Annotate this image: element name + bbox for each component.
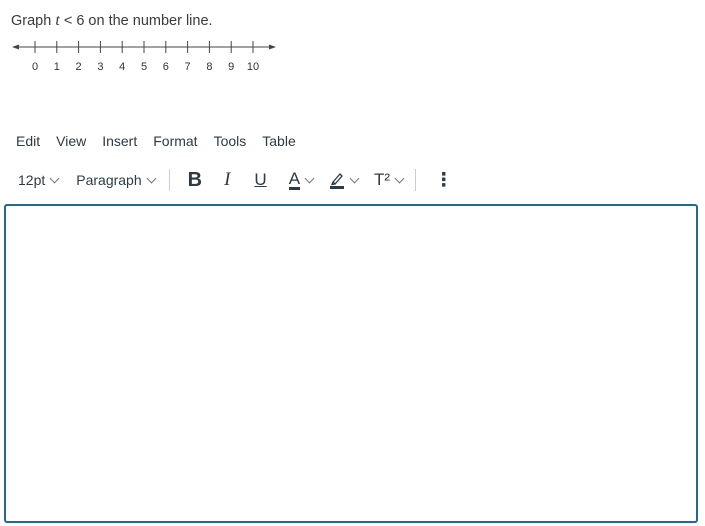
chevron-down-icon (349, 173, 360, 183)
toolbar-divider (168, 169, 170, 191)
left-arrow-icon (12, 44, 19, 50)
font-size-value: 12pt (18, 172, 46, 188)
editor-toolbar: 12pt Paragraph B I U A T² ⋮ (10, 166, 453, 194)
tick-label: 6 (163, 61, 169, 73)
menu-view[interactable]: View (56, 133, 86, 149)
chevron-down-icon (49, 173, 60, 183)
menu-table[interactable]: Table (262, 133, 295, 149)
underline-button[interactable]: U (254, 170, 266, 190)
highlighter-icon (330, 173, 345, 189)
chevron-down-icon (304, 173, 315, 183)
chevron-down-icon (394, 173, 405, 183)
question-prompt: Graph t < 6 on the number line. (11, 12, 213, 30)
italic-button[interactable]: I (224, 169, 230, 191)
tick-label: 8 (206, 61, 212, 73)
block-format-value: Paragraph (76, 172, 142, 188)
underline-icon: U (254, 170, 267, 189)
editor-menubar: Edit View Insert Format Tools Table (16, 133, 312, 149)
toolbar-divider (415, 169, 417, 191)
text-color-icon: A (288, 169, 301, 190)
menu-insert[interactable]: Insert (102, 133, 137, 149)
tick-label: 7 (185, 61, 191, 73)
tick-label: 5 (141, 61, 147, 73)
tick-label: 2 (76, 61, 82, 73)
more-vertical-icon: ⋮ (434, 169, 454, 191)
tick-label: 4 (119, 61, 125, 73)
question-relation: < 6 on the number line. (59, 13, 213, 29)
editor-content[interactable] (6, 206, 696, 521)
tick-label: 9 (228, 61, 234, 73)
superscript-button[interactable]: T² (374, 170, 405, 190)
more-options-button[interactable]: ⋮ (434, 169, 453, 192)
tick-label: 3 (97, 61, 103, 73)
block-format-select[interactable]: Paragraph (76, 172, 157, 188)
superscript-icon: T² (374, 170, 391, 189)
chevron-down-icon (146, 173, 157, 183)
menu-format[interactable]: Format (153, 133, 197, 149)
tick-label: 1 (54, 61, 60, 73)
menu-edit[interactable]: Edit (16, 133, 40, 149)
number-line: 0 1 2 3 4 5 6 7 8 9 10 (12, 41, 276, 73)
bold-icon: B (187, 168, 203, 191)
question-prefix: Graph (11, 13, 56, 29)
highlight-color-button[interactable] (329, 171, 360, 189)
right-arrow-icon (269, 44, 276, 50)
tick-label: 10 (247, 61, 259, 73)
italic-icon: I (224, 169, 231, 190)
font-size-select[interactable]: 12pt (18, 172, 60, 188)
rich-text-editor[interactable] (4, 204, 698, 523)
text-color-button[interactable]: A (288, 169, 315, 190)
bold-button[interactable]: B (188, 169, 202, 192)
tick-label: 0 (32, 61, 38, 73)
menu-tools[interactable]: Tools (214, 133, 247, 149)
